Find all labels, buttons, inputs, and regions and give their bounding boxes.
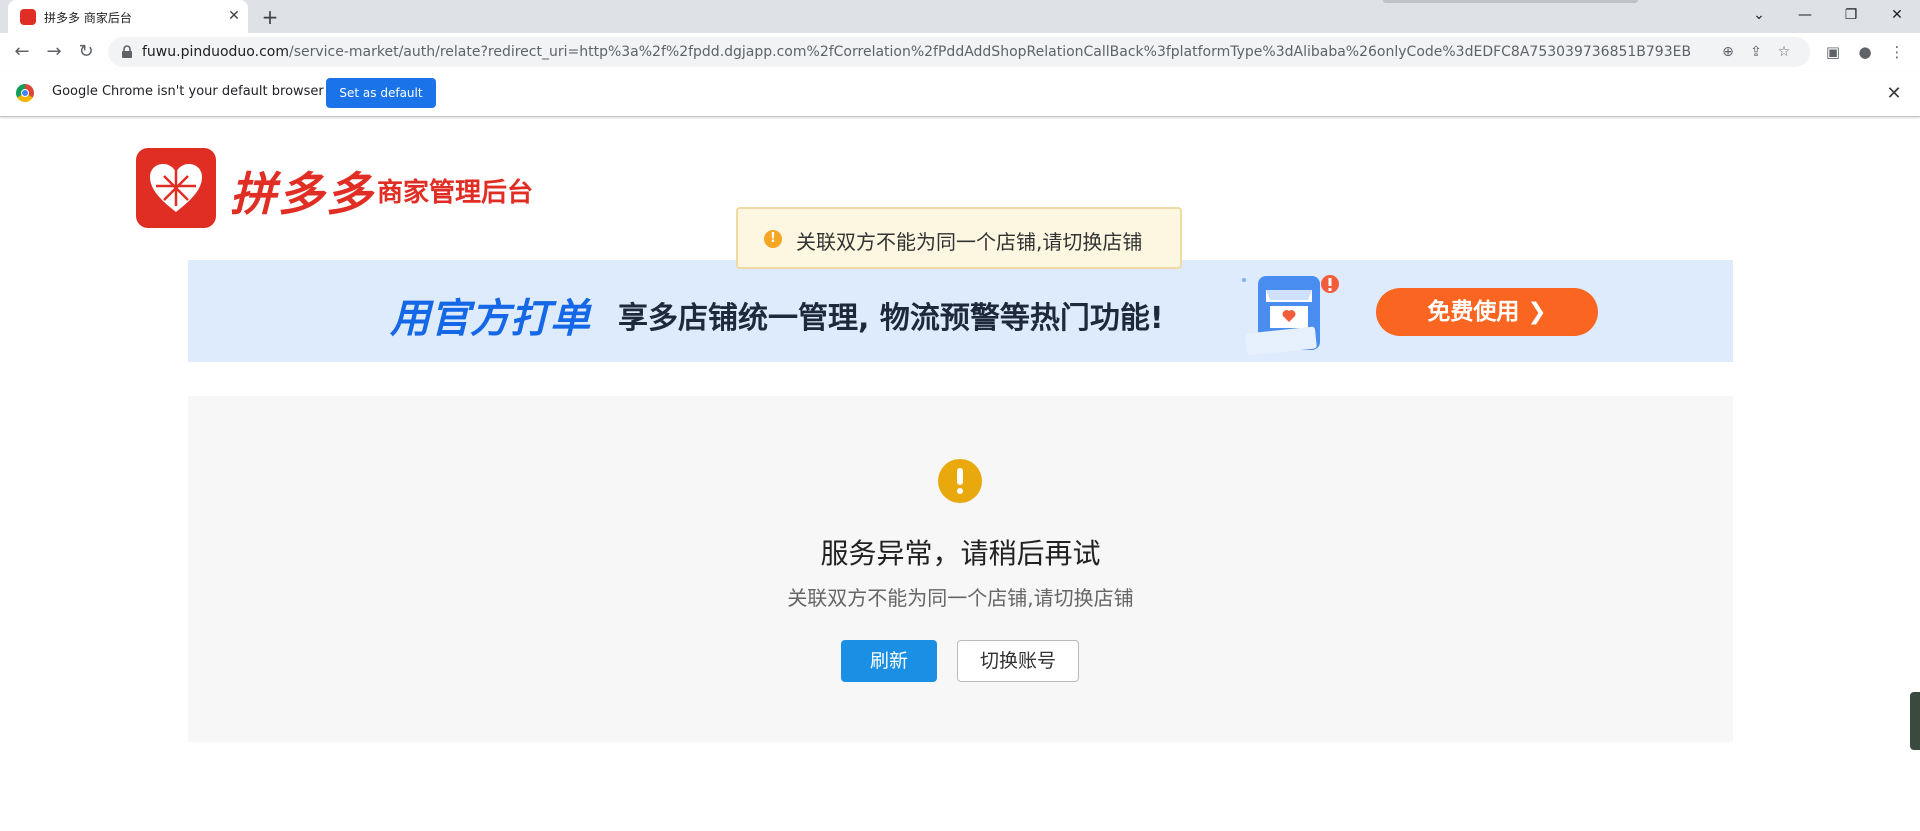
brand-subtitle: 商家管理后台 bbox=[377, 178, 534, 208]
profile-popup-edge bbox=[1383, 0, 1638, 3]
bookmark-star-icon[interactable]: ☆ bbox=[1774, 42, 1794, 62]
error-description: 关联双方不能为同一个店铺,请切换店铺 bbox=[787, 586, 1134, 610]
browser-toolbar: ← → ↻ fuwu.pinduoduo.com/service-market/… bbox=[0, 33, 1920, 71]
error-toast: ! 关联双方不能为同一个店铺,请切换店铺 bbox=[736, 207, 1182, 269]
switch-account-button[interactable]: 切换账号 bbox=[957, 640, 1079, 682]
infobar-message: Google Chrome isn't your default browser bbox=[52, 84, 324, 99]
infobar-close-icon[interactable]: ✕ bbox=[1882, 82, 1906, 106]
refresh-button[interactable]: 刷新 bbox=[841, 640, 937, 682]
error-card: 服务异常，请稍后再试 关联双方不能为同一个店铺,请切换店铺 刷新 切换账号 bbox=[188, 396, 1733, 742]
back-button[interactable]: ← bbox=[8, 38, 36, 66]
zoom-icon[interactable]: ⊕ bbox=[1718, 42, 1738, 62]
window-close-button[interactable]: ✕ bbox=[1874, 3, 1920, 27]
tab-search-icon[interactable]: ⌄ bbox=[1736, 3, 1782, 27]
default-browser-infobar: Google Chrome isn't your default browser… bbox=[0, 71, 1920, 117]
browser-tab-bar: 拼多多 商家后台 ✕ + ⌄ — ❐ ✕ bbox=[0, 0, 1920, 33]
tab-title: 拼多多 商家后台 bbox=[44, 11, 132, 25]
share-icon[interactable]: ⇪ bbox=[1746, 42, 1766, 62]
url-path: /service-market/auth/relate?redirect_uri… bbox=[288, 44, 1692, 60]
url-text[interactable]: fuwu.pinduoduo.com/service-market/auth/r… bbox=[142, 44, 1692, 60]
toast-message: 关联双方不能为同一个店铺,请切换店铺 bbox=[796, 230, 1143, 254]
toast-warning-icon: ! bbox=[764, 230, 782, 248]
banner-description: 享多店铺统一管理, 物流预警等热门功能! bbox=[618, 301, 1164, 336]
minimize-button[interactable]: — bbox=[1782, 3, 1828, 27]
side-floating-widget[interactable] bbox=[1910, 692, 1920, 750]
reload-button[interactable]: ↻ bbox=[72, 38, 100, 66]
tab-close-icon[interactable]: ✕ bbox=[224, 6, 244, 26]
error-title: 服务异常，请稍后再试 bbox=[820, 537, 1101, 570]
shop-illustration-icon bbox=[1242, 275, 1339, 356]
address-bar[interactable]: fuwu.pinduoduo.com/service-market/auth/r… bbox=[108, 37, 1810, 67]
chrome-logo-icon bbox=[16, 84, 34, 102]
new-tab-button[interactable]: + bbox=[258, 5, 282, 29]
free-use-button[interactable]: 免费使用 ❯ bbox=[1376, 288, 1598, 336]
banner-title: 用官方打单 bbox=[390, 296, 590, 342]
set-as-default-button[interactable]: Set as default bbox=[326, 78, 436, 108]
chrome-menu-icon[interactable]: ⋮ bbox=[1886, 41, 1908, 63]
restore-button[interactable]: ❐ bbox=[1828, 3, 1874, 27]
browser-tab[interactable]: 拼多多 商家后台 ✕ bbox=[8, 0, 248, 33]
pinduoduo-favicon-icon bbox=[20, 9, 36, 25]
url-host: fuwu.pinduoduo.com bbox=[142, 44, 289, 60]
heart-logo-icon bbox=[150, 164, 202, 212]
brand-name: 拼多多 bbox=[230, 167, 374, 221]
side-panel-icon[interactable]: ▣ bbox=[1822, 41, 1844, 63]
warning-icon bbox=[938, 459, 982, 503]
pinduoduo-logo bbox=[136, 148, 216, 228]
forward-button[interactable]: → bbox=[40, 38, 68, 66]
profile-icon[interactable]: ● bbox=[1854, 41, 1876, 63]
promo-banner[interactable]: 用官方打单 享多店铺统一管理, 物流预警等热门功能! 免费使用 ❯ bbox=[188, 260, 1733, 362]
lock-icon[interactable] bbox=[120, 45, 134, 59]
